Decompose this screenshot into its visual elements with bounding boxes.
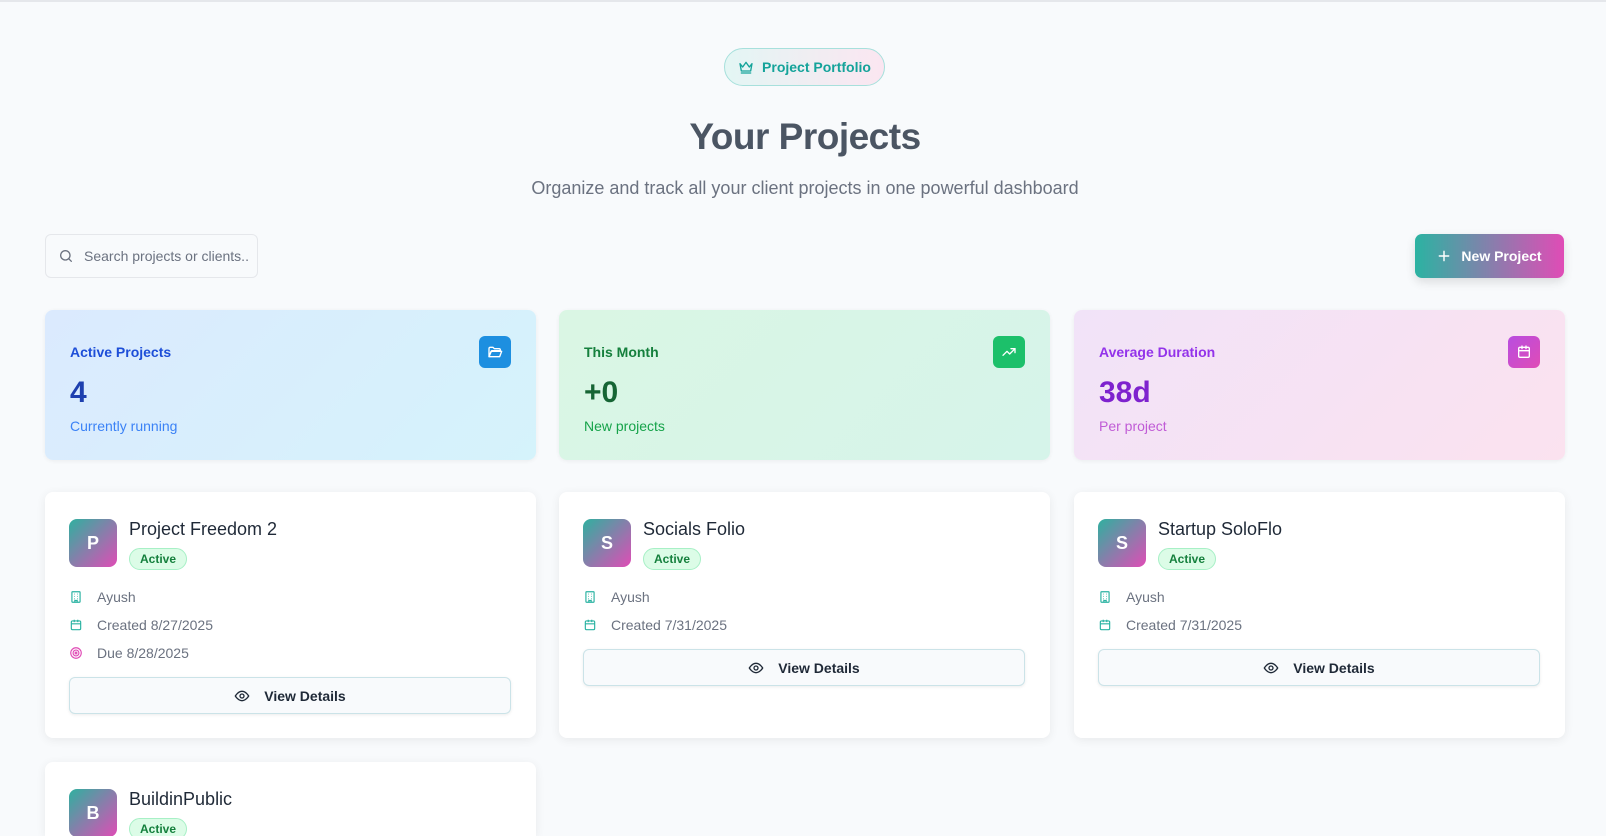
stat-value: +0 [584, 376, 619, 409]
page-subtitle: Organize and track all your client proje… [531, 178, 1079, 198]
pill-label: Project Portfolio [762, 59, 871, 75]
folder-open-icon [479, 336, 511, 368]
stat-card-this-month: This Month +0 New projects [559, 310, 1050, 460]
stat-card-average-duration: Average Duration 38d Per project [1074, 310, 1565, 460]
building-icon [1100, 591, 1110, 603]
project-avatar: B [69, 789, 117, 836]
created-row: Created 7/31/2025 [1098, 617, 1242, 633]
project-card: S Socials Folio Active Ayush Created 7/3… [559, 492, 1050, 738]
project-avatar: S [583, 519, 631, 567]
created-date: Created 7/31/2025 [611, 617, 727, 633]
stat-subtext: Per project [1099, 418, 1167, 434]
created-row: Created 7/31/2025 [583, 617, 727, 633]
status-badge: Active [129, 818, 188, 836]
portfolio-pill: Project Portfolio [724, 48, 885, 86]
created-date: Created 8/27/2025 [97, 617, 213, 633]
client-row: Ayush [1098, 589, 1165, 605]
search-input[interactable] [84, 248, 249, 264]
view-details-label: View Details [1293, 659, 1375, 676]
client-name: Ayush [97, 589, 136, 605]
status-badge: Active [129, 548, 188, 570]
calendar-icon [1099, 619, 1111, 631]
target-icon [70, 647, 82, 659]
trending-up-icon [993, 336, 1025, 368]
due-date: Due 8/28/2025 [97, 645, 189, 661]
search-box[interactable] [45, 234, 258, 278]
project-card: B BuildinPublic Active [45, 762, 536, 836]
building-icon [585, 591, 595, 603]
stat-value: 38d [1099, 376, 1151, 409]
page: Project Portfolio Your Projects Organize… [0, 0, 1606, 836]
stat-subtext: Currently running [70, 418, 178, 434]
project-card: P Project Freedom 2 Active Ayush Created… [45, 492, 536, 738]
view-details-button[interactable]: View Details [69, 677, 511, 714]
project-avatar: P [69, 519, 117, 567]
view-details-button[interactable]: View Details [1098, 649, 1540, 686]
stat-label: This Month [584, 344, 659, 360]
client-row: Ayush [583, 589, 650, 605]
stat-label: Average Duration [1099, 344, 1216, 360]
view-details-label: View Details [778, 659, 860, 676]
crown-icon [739, 61, 753, 74]
calendar-icon [1508, 336, 1540, 368]
created-row: Created 8/27/2025 [69, 617, 213, 633]
client-row: Ayush [69, 589, 136, 605]
top-divider [0, 0, 1606, 2]
eye-icon [1263, 662, 1279, 673]
page-title: Your Projects [689, 116, 921, 157]
calendar-icon [584, 619, 596, 631]
eye-icon [234, 690, 250, 701]
view-details-label: View Details [264, 687, 346, 704]
search-icon [59, 250, 72, 262]
building-icon [71, 591, 81, 603]
stat-label: Active Projects [70, 344, 172, 360]
project-avatar: S [1098, 519, 1146, 567]
view-details-button[interactable]: View Details [583, 649, 1025, 686]
project-name: BuildinPublic [129, 789, 233, 809]
new-project-label: New Project [1461, 248, 1542, 264]
project-card: S Startup SoloFlo Active Ayush Created 7… [1074, 492, 1565, 738]
eye-icon [748, 662, 764, 673]
project-name: Startup SoloFlo [1158, 519, 1283, 539]
stat-subtext: New projects [584, 418, 665, 434]
calendar-icon [70, 619, 82, 631]
project-name: Socials Folio [643, 519, 746, 539]
created-date: Created 7/31/2025 [1126, 617, 1242, 633]
project-name: Project Freedom 2 [129, 519, 278, 539]
plus-icon [1439, 250, 1450, 262]
new-project-button[interactable]: New Project [1415, 234, 1564, 278]
status-badge: Active [643, 548, 702, 570]
stat-card-active-projects: Active Projects 4 Currently running [45, 310, 536, 460]
client-name: Ayush [611, 589, 650, 605]
stat-value: 4 [70, 376, 87, 409]
due-row: Due 8/28/2025 [69, 645, 189, 661]
client-name: Ayush [1126, 589, 1165, 605]
status-badge: Active [1158, 548, 1217, 570]
